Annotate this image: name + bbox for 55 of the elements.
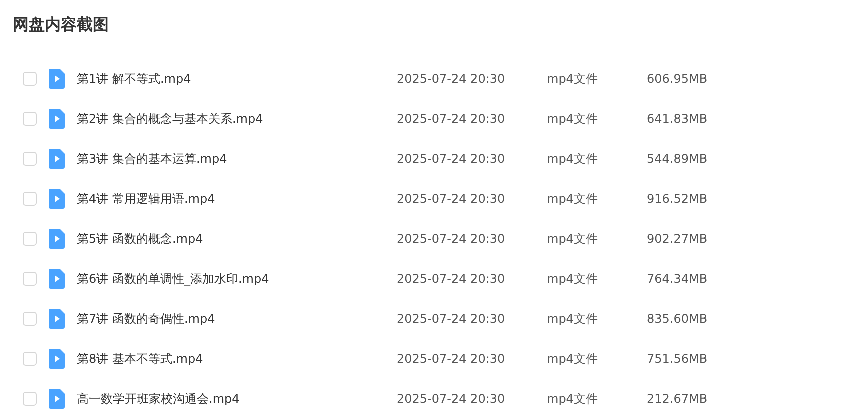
- video-file-icon: [49, 189, 65, 209]
- file-size: 764.34MB: [647, 271, 708, 288]
- file-name[interactable]: 第1讲 解不等式.mp4: [77, 70, 397, 88]
- file-size: 212.67MB: [647, 391, 708, 408]
- file-type: mp4文件: [547, 351, 599, 368]
- checkbox[interactable]: [23, 152, 37, 166]
- checkbox[interactable]: [23, 232, 37, 246]
- video-file-icon: [49, 349, 65, 369]
- modified-date: 2025-07-24 20:30: [397, 271, 506, 288]
- file-name[interactable]: 第2讲 集合的概念与基本关系.mp4: [77, 110, 397, 128]
- file-name[interactable]: 第5讲 函数的概念.mp4: [77, 230, 397, 248]
- file-type: mp4文件: [547, 311, 599, 328]
- modified-date: 2025-07-24 20:30: [397, 351, 506, 368]
- file-size: 544.89MB: [647, 151, 708, 168]
- modified-date: 2025-07-24 20:30: [397, 191, 506, 208]
- modified-date: 2025-07-24 20:30: [397, 111, 506, 128]
- modified-date: 2025-07-24 20:30: [397, 231, 506, 248]
- file-size: 641.83MB: [647, 111, 708, 128]
- file-size: 916.52MB: [647, 191, 708, 208]
- file-size: 751.56MB: [647, 351, 708, 368]
- checkbox[interactable]: [23, 392, 37, 406]
- page-title: 网盘内容截图: [13, 14, 109, 36]
- file-type: mp4文件: [547, 191, 599, 208]
- video-file-icon: [49, 109, 65, 129]
- file-type: mp4文件: [547, 271, 599, 288]
- file-type: mp4文件: [547, 391, 599, 408]
- checkbox[interactable]: [23, 272, 37, 286]
- video-file-icon: [49, 269, 65, 289]
- file-name[interactable]: 第8讲 基本不等式.mp4: [77, 350, 397, 368]
- checkbox[interactable]: [23, 192, 37, 206]
- file-name[interactable]: 第3讲 集合的基本运算.mp4: [77, 150, 397, 168]
- file-size: 902.27MB: [647, 231, 708, 248]
- file-type: mp4文件: [547, 71, 599, 88]
- modified-date: 2025-07-24 20:30: [397, 391, 506, 408]
- file-size: 606.95MB: [647, 71, 708, 88]
- file-name[interactable]: 高一数学开班家校沟通会.mp4: [77, 390, 397, 408]
- file-name[interactable]: 第6讲 函数的单调性_添加水印.mp4: [77, 270, 397, 288]
- video-file-icon: [49, 149, 65, 169]
- video-file-icon: [49, 389, 65, 409]
- checkbox[interactable]: [23, 312, 37, 326]
- checkbox[interactable]: [23, 352, 37, 366]
- file-type: mp4文件: [547, 231, 599, 248]
- file-type: mp4文件: [547, 151, 599, 168]
- file-name[interactable]: 第7讲 函数的奇偶性.mp4: [77, 310, 397, 328]
- file-name[interactable]: 第4讲 常用逻辑用语.mp4: [77, 190, 397, 208]
- checkbox[interactable]: [23, 72, 37, 86]
- video-file-icon: [49, 229, 65, 249]
- video-file-icon: [49, 309, 65, 329]
- checkbox[interactable]: [23, 112, 37, 126]
- modified-date: 2025-07-24 20:30: [397, 311, 506, 328]
- file-type: mp4文件: [547, 111, 599, 128]
- modified-date: 2025-07-24 20:30: [397, 151, 506, 168]
- video-file-icon: [49, 69, 65, 89]
- modified-date: 2025-07-24 20:30: [397, 71, 506, 88]
- file-size: 835.60MB: [647, 311, 708, 328]
